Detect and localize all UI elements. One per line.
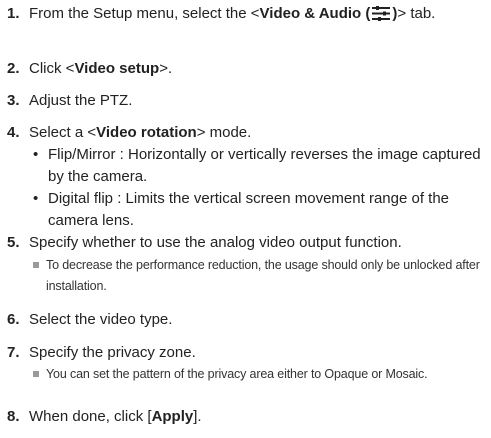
step-text: Select a <Video rotation> mode.: [29, 124, 252, 141]
step-text: Select the video type.: [29, 311, 173, 328]
step-text: Specify the privacy zone.: [29, 344, 196, 361]
step-7: 7. Specify the privacy zone.: [7, 342, 483, 364]
step-number: 4.: [7, 124, 20, 141]
note-text: To decrease the performance reduction, t…: [46, 258, 480, 293]
step-number: 8.: [7, 408, 20, 425]
step-1: 1. From the Setup menu, select the <Vide…: [7, 3, 483, 28]
step-text: From the Setup menu, select the <Video &…: [29, 3, 483, 28]
step-6: 6. Select the video type.: [7, 309, 483, 331]
step-text: When done, click [Apply].: [29, 408, 202, 425]
bullet-item-digital-flip: • Digital flip : Limits the vertical scr…: [33, 188, 483, 232]
note-marker-icon: [33, 262, 39, 268]
bullet-text: Flip/Mirror : Horizontally or vertically…: [48, 146, 481, 185]
bullet-dot: •: [33, 146, 39, 163]
bullet-dot: •: [33, 190, 39, 207]
step-4: 4. Select a <Video rotation> mode.: [7, 122, 483, 144]
step-number: 3.: [7, 92, 20, 109]
note-marker-icon: [33, 371, 39, 377]
step-number: 1.: [7, 5, 20, 22]
step-5: 5. Specify whether to use the analog vid…: [7, 232, 483, 254]
bullet-text: Digital flip : Limits the vertical scree…: [48, 190, 450, 229]
step-2: 2. Click <Video setup>.: [7, 58, 483, 80]
step-number: 6.: [7, 311, 20, 328]
bullet-item-flip-mirror: • Flip/Mirror : Horizontally or vertical…: [33, 144, 483, 188]
step-8: 8. When done, click [Apply].: [7, 406, 483, 428]
step-number: 2.: [7, 60, 20, 77]
settings-sliders-icon: [372, 6, 391, 28]
step-3: 3. Adjust the PTZ.: [7, 90, 483, 112]
step-text: Adjust the PTZ.: [29, 92, 133, 109]
instruction-page: 1. From the Setup menu, select the <Vide…: [0, 0, 491, 438]
note-item: To decrease the performance reduction, t…: [33, 255, 485, 297]
note-text: You can set the pattern of the privacy a…: [46, 367, 428, 381]
note-item: You can set the pattern of the privacy a…: [33, 364, 485, 385]
step-number: 7.: [7, 344, 20, 361]
step-number: 5.: [7, 234, 20, 251]
step-text: Specify whether to use the analog video …: [29, 234, 402, 251]
step-text: Click <Video setup>.: [29, 60, 173, 77]
